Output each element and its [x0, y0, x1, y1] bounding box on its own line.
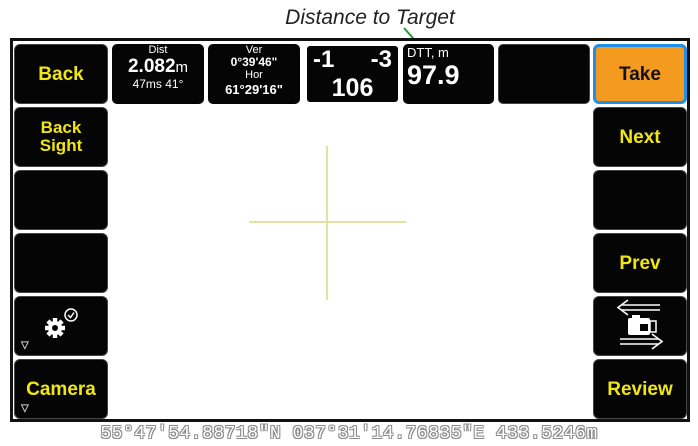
- distance-tile: Dist 2.082m 47ms 41°: [112, 44, 204, 104]
- switch-camera-button[interactable]: [593, 296, 687, 356]
- offset-bottom: 106: [331, 74, 374, 102]
- empty-right-button[interactable]: [593, 170, 687, 230]
- angles-tile: Ver 0°39'46" Hor 61°29'16": [208, 44, 300, 104]
- take-button-label: Take: [619, 63, 661, 85]
- crosshair-vertical: [326, 146, 328, 300]
- dtt-tile: DTT, m 97.9: [403, 44, 494, 104]
- offset-right: -3: [370, 46, 392, 73]
- back-sight-button-label: Back Sight: [39, 118, 83, 155]
- dist-unit: m: [175, 59, 189, 76]
- camera-button-label: Camera: [26, 378, 96, 400]
- back-button-label: Back: [38, 63, 84, 85]
- camera-switch-icon: [610, 297, 670, 355]
- prev-button-label: Prev: [619, 252, 661, 274]
- gps-coordinates: 55°47'54.88718"N 037°31'14.76835"E 433.5…: [100, 424, 598, 444]
- empty-tile: [498, 44, 590, 104]
- next-button[interactable]: Next: [593, 107, 687, 167]
- hor-label: Hor: [245, 69, 263, 81]
- offsets-tile: -1 -3 106: [305, 44, 400, 104]
- empty-left-button-2[interactable]: [14, 233, 108, 293]
- camera-button[interactable]: Camera ▽: [14, 359, 108, 419]
- dist-label: Dist: [148, 44, 168, 56]
- empty-left-button-1[interactable]: [14, 170, 108, 230]
- hor-value: 61°29'16": [225, 82, 283, 97]
- measure-time: 47ms 41°: [132, 77, 184, 91]
- gear-check-icon: [41, 307, 81, 345]
- expand-marker: ▽: [21, 340, 29, 351]
- dtt-label: DTT, m: [407, 45, 449, 60]
- dist-value: 2.082: [127, 56, 176, 77]
- back-sight-button[interactable]: Back Sight: [14, 107, 108, 167]
- back-button[interactable]: Back: [14, 44, 108, 104]
- expand-marker: ▽: [21, 403, 29, 414]
- settings-button[interactable]: ▽: [14, 296, 108, 356]
- review-button[interactable]: Review: [593, 359, 687, 419]
- take-button[interactable]: Take: [593, 44, 687, 104]
- dtt-value: 97.9: [407, 60, 460, 90]
- ver-value: 0°39'46": [230, 55, 278, 69]
- offset-left: -1: [313, 46, 335, 73]
- next-button-label: Next: [619, 126, 661, 148]
- distance-to-target-callout: Distance to Target: [285, 6, 455, 29]
- prev-button[interactable]: Prev: [593, 233, 687, 293]
- review-button-label: Review: [607, 378, 673, 400]
